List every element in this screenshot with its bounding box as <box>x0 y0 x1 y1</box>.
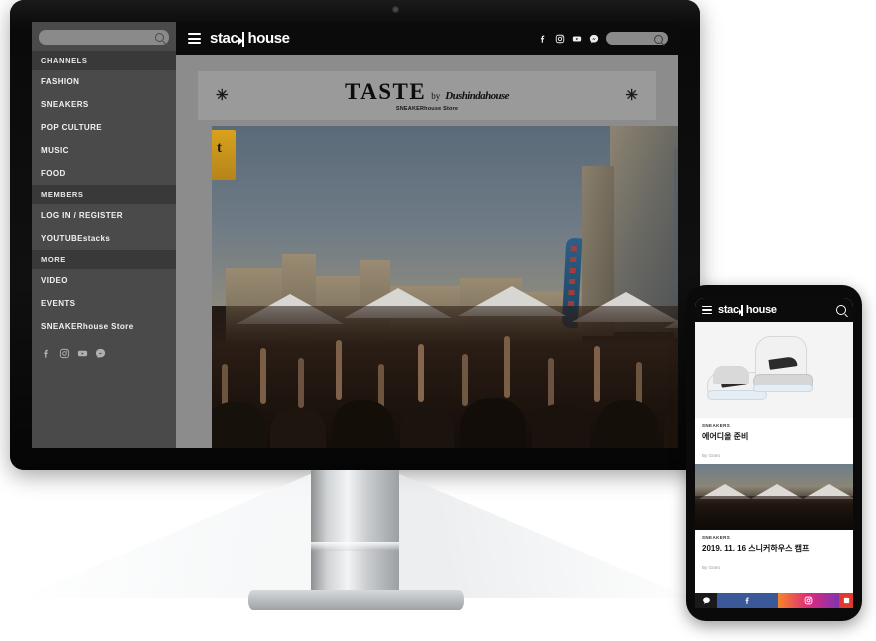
card-title: 에어디올 준비 <box>702 432 749 441</box>
instagram-icon <box>804 596 813 605</box>
taste-banner: ✳ TASTE by Dushindahouse SNEAKERhouse St… <box>198 71 656 120</box>
sidebar-item-pop-culture[interactable]: POP CULTURE <box>32 116 176 139</box>
smartphone: stac house SNEAKERS 에어디올 준비 By Grant SNE… <box>686 285 862 621</box>
instagram-icon[interactable] <box>555 34 565 44</box>
facebook-icon[interactable] <box>538 34 548 44</box>
site-sidebar: CHANNELS FASHION SNEAKERS POP CULTURE MU… <box>32 22 176 448</box>
desk-surface <box>0 610 700 641</box>
brand-part1: stac <box>210 30 239 47</box>
list-item[interactable]: SNEAKERS 2019. 11. 16 스니커하우스 캠프 By Grant <box>695 464 853 576</box>
brand-logo[interactable]: stac house <box>718 304 777 316</box>
desktop-monitor: CHANNELS FASHION SNEAKERS POP CULTURE MU… <box>10 0 700 470</box>
youtube-icon[interactable] <box>572 34 582 44</box>
banner-script-signature: Dushindahouse <box>445 90 509 102</box>
street-ad-banner: t <box>212 130 236 180</box>
more-icon <box>843 597 849 604</box>
phone-topbar: stac house <box>695 298 853 322</box>
sidebar-item-sneakers[interactable]: SNEAKERS <box>32 93 176 116</box>
monitor-stand-foot <box>248 590 464 610</box>
hero-image[interactable]: t <box>212 126 678 448</box>
banner-by-word: by <box>431 91 441 101</box>
search-icon[interactable] <box>654 35 663 44</box>
share-kakao-button[interactable] <box>695 593 717 608</box>
kakao-icon <box>702 597 710 604</box>
phone-screen: stac house SNEAKERS 에어디올 준비 By Grant SNE… <box>695 298 853 608</box>
list-item[interactable]: SNEAKERS 에어디올 준비 By Grant <box>695 322 853 464</box>
instagram-icon[interactable] <box>59 348 70 359</box>
stand-reflection-left <box>20 470 320 598</box>
sidebar-item-food[interactable]: FOOD <box>32 162 176 185</box>
sidebar-item-events[interactable]: EVENTS <box>32 292 176 315</box>
messenger-icon[interactable] <box>95 348 106 359</box>
brand-part2: house <box>247 30 290 47</box>
banner-center: TASTE by Dushindahouse SNEAKERhouse Stor… <box>229 79 626 112</box>
brand-logo[interactable]: stac house <box>210 30 290 47</box>
card-category: SNEAKERS <box>702 423 731 428</box>
ad-letter: t <box>217 140 222 156</box>
phone-share-bar <box>695 593 853 608</box>
card-byline: By Grant <box>702 453 720 458</box>
stand-reflection-right <box>390 470 690 598</box>
banner-title: TASTE <box>345 79 427 104</box>
facebook-icon <box>745 597 749 604</box>
card-byline: By Grant <box>702 565 720 570</box>
sidebar-search-wrap <box>32 22 176 51</box>
brand-part1: stac <box>718 304 739 316</box>
youtube-icon[interactable] <box>77 348 88 359</box>
card-title: 2019. 11. 16 스니커하우스 캠프 <box>702 544 810 553</box>
topbar-right <box>538 32 668 50</box>
hamburger-icon[interactable] <box>702 305 712 315</box>
sidebar-search-input[interactable] <box>39 33 169 48</box>
banner-subtitle: SNEAKERhouse Store <box>395 106 459 112</box>
crowd-silhouettes <box>212 300 678 448</box>
sneaker-product-image <box>695 322 853 418</box>
sidebar-item-login-register[interactable]: LOG IN / REGISTER <box>32 204 176 227</box>
banner-main-line: TASTE by Dushindahouse <box>229 79 626 105</box>
card-meta: SNEAKERS 에어디올 준비 By Grant <box>695 418 853 464</box>
card-meta: SNEAKERS 2019. 11. 16 스니커하우스 캠프 By Grant <box>695 530 853 576</box>
sidebar-search[interactable] <box>39 30 169 48</box>
sidebar-social-row <box>32 338 176 359</box>
sidebar-section-header-members: MEMBERS <box>32 185 176 204</box>
sidebar-item-video[interactable]: VIDEO <box>32 269 176 292</box>
sidebar-section-header-more: MORE <box>32 250 176 269</box>
search-icon[interactable] <box>836 305 846 315</box>
share-more-button[interactable] <box>839 593 853 608</box>
share-facebook-button[interactable] <box>717 593 778 608</box>
sidebar-item-music[interactable]: MUSIC <box>32 139 176 162</box>
search-icon[interactable] <box>155 33 164 42</box>
sidebar-item-sneakerhouse-store[interactable]: SNEAKERhouse Store <box>32 315 176 338</box>
messenger-icon[interactable] <box>589 34 599 44</box>
brand-part2: house <box>745 304 777 316</box>
topbar-search[interactable] <box>606 32 668 50</box>
asterisk-icon-left: ✳ <box>216 87 229 104</box>
site-topbar: stac house <box>176 22 678 55</box>
sidebar-section-header-channels: CHANNELS <box>32 51 176 70</box>
sidebar-item-fashion[interactable]: FASHION <box>32 70 176 93</box>
card-category: SNEAKERS <box>702 535 731 540</box>
desktop-screen: CHANNELS FASHION SNEAKERS POP CULTURE MU… <box>32 22 678 448</box>
asterisk-icon-right: ✳ <box>625 87 638 104</box>
share-instagram-button[interactable] <box>778 593 839 608</box>
facebook-icon[interactable] <box>41 348 52 359</box>
hamburger-icon[interactable] <box>188 33 201 44</box>
site-content: stac house ✳ TASTE by Dushindahouse SNEA… <box>176 22 678 448</box>
event-photo <box>695 464 853 530</box>
monitor-stand-neck <box>311 470 399 598</box>
sidebar-item-youtubestacks[interactable]: YOUTUBEstacks <box>32 227 176 250</box>
webcam-icon <box>392 6 399 13</box>
